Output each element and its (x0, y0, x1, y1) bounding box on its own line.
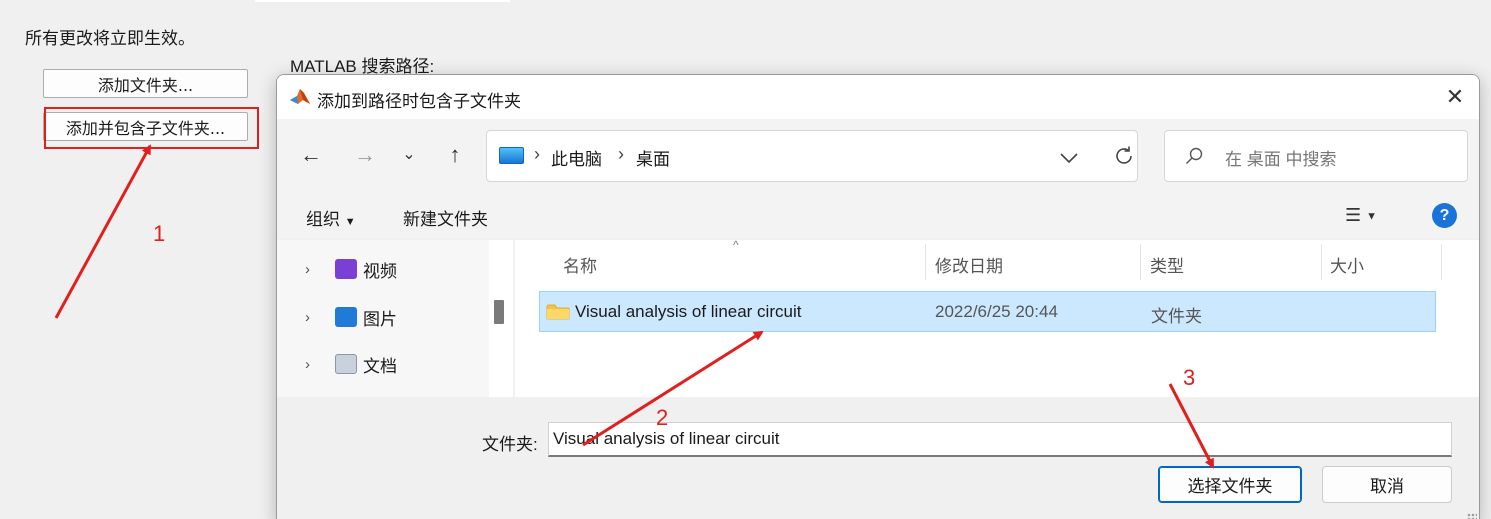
column-divider[interactable] (1140, 244, 1141, 280)
column-header-size[interactable]: 大小 (1330, 252, 1364, 277)
chevron-right-icon: › (305, 355, 310, 373)
address-dropdown-chevron-icon[interactable] (1060, 153, 1078, 163)
column-header-type[interactable]: 类型 (1150, 252, 1184, 277)
resize-grip-icon[interactable] (1467, 513, 1477, 519)
dialog-titlebar: 添加到路径时包含子文件夹 ✕ (277, 75, 1479, 119)
select-folder-button[interactable]: 选择文件夹 (1158, 466, 1302, 503)
file-type: 文件夹 (1151, 307, 1202, 326)
folder-icon (546, 304, 570, 320)
search-placeholder: 在 桌面 中搜索 (1225, 150, 1337, 169)
tree-item-videos[interactable]: › 视频 (305, 254, 397, 284)
chevron-down-icon: ▼ (1366, 210, 1378, 223)
folder-picker-dialog: 添加到路径时包含子文件夹 ✕ ← → ⌄ ↑ › 此电脑 › 桌面 在 桌面 中… (276, 74, 1480, 519)
dialog-title: 添加到路径时包含子文件夹 (317, 92, 521, 111)
search-box[interactable]: 在 桌面 中搜索 (1164, 130, 1468, 182)
breadcrumb-this-pc[interactable]: 此电脑 (551, 145, 602, 170)
column-header-name[interactable]: 名称 (563, 252, 597, 277)
tree-scrollbar[interactable] (494, 300, 504, 324)
annotation-label-2: 2 (656, 405, 669, 430)
pane-divider[interactable] (513, 240, 515, 398)
chevron-right-icon: › (305, 308, 310, 326)
refresh-icon[interactable] (1113, 145, 1135, 167)
add-with-subfolders-button[interactable]: 添加并包含子文件夹... (43, 112, 248, 141)
navigation-bar: ← → ⌄ ↑ › 此电脑 › 桌面 在 桌面 中搜索 (277, 119, 1479, 191)
new-folder-button[interactable]: 新建文件夹 (403, 205, 488, 230)
top-strip (255, 0, 510, 2)
sort-ascending-icon: ^ (733, 238, 739, 252)
file-name: Visual analysis of linear circuit (575, 302, 802, 321)
add-folder-button[interactable]: 添加文件夹... (43, 69, 248, 98)
content-area: › 视频 › 图片 › 文档 ^ 名称 修改日期 类型 大小 Visual an… (277, 238, 1479, 398)
chevron-right-icon: › (305, 260, 310, 278)
recent-locations-chevron-icon[interactable]: ⌄ (395, 141, 423, 169)
tree-item-label: 视频 (363, 261, 397, 281)
folder-field-label: 文件夹: (482, 435, 538, 454)
annotation-label-1: 1 (153, 221, 166, 246)
tree-item-documents[interactable]: › 文档 (305, 349, 397, 379)
folder-name-input[interactable] (548, 422, 1452, 457)
tree-item-label: 文档 (363, 356, 397, 376)
address-bar[interactable]: › 此电脑 › 桌面 (486, 130, 1138, 182)
changes-notice: 所有更改将立即生效。 (25, 29, 195, 48)
organize-menu[interactable]: 组织 ▼ (306, 205, 356, 230)
video-icon (335, 259, 357, 279)
tree-item-pictures[interactable]: › 图片 (305, 302, 397, 332)
annotation-arrow-1 (54, 144, 152, 319)
back-arrow-icon[interactable]: ← (297, 141, 325, 169)
up-arrow-icon[interactable]: ↑ (441, 141, 469, 169)
dialog-footer: 文件夹: 选择文件夹 取消 (277, 397, 1479, 519)
computer-icon (499, 147, 524, 164)
file-row[interactable]: Visual analysis of linear circuit 2022/6… (539, 291, 1436, 332)
breadcrumb-desktop[interactable]: 桌面 (636, 145, 670, 170)
help-icon[interactable]: ? (1432, 203, 1457, 228)
breadcrumb-separator-icon: › (618, 144, 624, 164)
view-options-icon[interactable]: ☰ ▼ (1345, 205, 1377, 226)
navigation-pane: › 视频 › 图片 › 文档 (277, 240, 489, 398)
column-divider[interactable] (925, 244, 926, 280)
document-icon (335, 354, 357, 374)
close-icon[interactable]: ✕ (1443, 85, 1467, 109)
picture-icon (335, 307, 357, 327)
command-bar: 组织 ▼ 新建文件夹 ☰ ▼ ? (277, 191, 1479, 239)
column-header-modified[interactable]: 修改日期 (935, 252, 1003, 277)
matlab-icon (290, 89, 310, 104)
cancel-button[interactable]: 取消 (1322, 466, 1452, 503)
chevron-down-icon: ▼ (344, 216, 356, 228)
tree-item-label: 图片 (363, 309, 397, 329)
column-divider[interactable] (1321, 244, 1322, 280)
search-icon (1186, 147, 1203, 164)
organize-label: 组织 (306, 210, 340, 229)
annotation-label-3: 3 (1183, 365, 1196, 390)
breadcrumb-separator-icon: › (534, 144, 540, 164)
forward-arrow-icon[interactable]: → (351, 141, 379, 169)
file-modified: 2022/6/25 20:44 (935, 302, 1058, 321)
column-divider[interactable] (1441, 244, 1442, 280)
